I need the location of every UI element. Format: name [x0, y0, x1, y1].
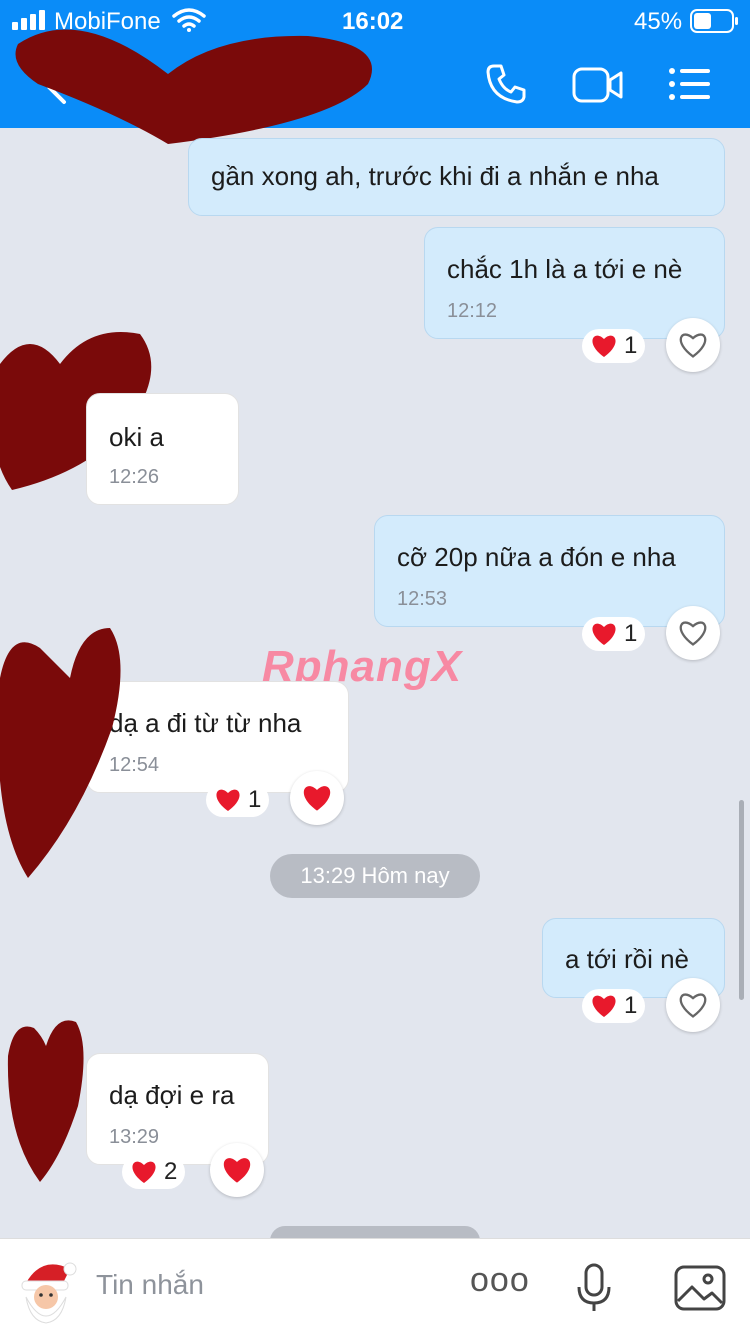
message-composer: Tin nhắn ooo [0, 1238, 750, 1335]
heart-icon [592, 623, 616, 645]
redaction-heart [0, 618, 124, 885]
battery-icon [690, 8, 740, 39]
message-text: cỡ 20p nữa a đón e nha [397, 542, 676, 572]
heart-outline-icon [679, 993, 707, 1018]
message-text: dạ a đi từ từ nha [109, 708, 302, 738]
scrollbar[interactable] [739, 800, 744, 1000]
reaction-summary[interactable]: 1 [582, 617, 646, 651]
reaction-count: 2 [164, 1158, 178, 1185]
react-button[interactable] [666, 978, 720, 1032]
react-button[interactable] [290, 771, 344, 825]
reaction-count: 1 [624, 332, 638, 359]
message-time: 13:29 [109, 1126, 160, 1148]
message-text: a tới rồi nè [565, 944, 689, 974]
heart-icon [223, 1158, 251, 1183]
redaction-heart [6, 1016, 86, 1189]
heart-outline-icon [679, 621, 707, 646]
message-time: 12:26 [109, 466, 160, 488]
video-call-icon[interactable] [572, 66, 624, 109]
more-options-button[interactable]: ooo [470, 1261, 530, 1300]
message-text: dạ đợi e ra [109, 1080, 235, 1110]
heart-icon [132, 1161, 156, 1183]
date-separator: 13:29 Hôm nay [270, 854, 480, 898]
santa-sticker-icon[interactable] [12, 1255, 82, 1330]
reaction-summary[interactable]: 1 [582, 329, 646, 363]
reaction-count: 1 [248, 786, 262, 813]
message-bubble-received[interactable]: oki a 12:26 [86, 393, 239, 505]
message-text: gần xong ah, trước khi đi a nhắn e nha [211, 161, 659, 191]
reaction-summary[interactable]: 1 [206, 783, 270, 817]
heart-outline-icon [679, 333, 707, 358]
message-input[interactable]: Tin nhắn [96, 1269, 204, 1301]
message-bubble-sent[interactable]: gần xong ah, trước khi đi a nhắn e nha [188, 138, 725, 216]
message-list[interactable]: gần xong ah, trước khi đi a nhắn e nha c… [0, 128, 750, 1238]
reaction-count: 1 [624, 992, 638, 1019]
chat-header: MobiFone 16:02 45% [0, 0, 750, 144]
heart-icon [592, 335, 616, 357]
message-text: chắc 1h là a tới e nè [447, 254, 683, 284]
react-button[interactable] [666, 606, 720, 660]
message-time: 12:53 [397, 588, 448, 610]
react-button[interactable] [666, 318, 720, 372]
reaction-summary[interactable]: 1 [582, 989, 646, 1023]
react-button[interactable] [210, 1143, 264, 1197]
image-gallery-icon[interactable] [674, 1265, 726, 1316]
reaction-count: 1 [624, 620, 638, 647]
heart-icon [303, 786, 331, 811]
phone-icon[interactable] [484, 62, 528, 111]
heart-icon [216, 789, 240, 811]
message-text: oki a [109, 422, 164, 452]
message-time: 12:12 [447, 300, 498, 322]
message-bubble-sent[interactable]: cỡ 20p nữa a đón e nha 12:53 [374, 515, 725, 627]
battery-percent: 45% [634, 8, 683, 35]
partial-date-separator [270, 1226, 480, 1238]
menu-list-icon[interactable] [668, 66, 712, 107]
reaction-summary[interactable]: 2 [122, 1155, 186, 1189]
heart-icon [592, 995, 616, 1017]
microphone-icon[interactable] [576, 1263, 612, 1318]
